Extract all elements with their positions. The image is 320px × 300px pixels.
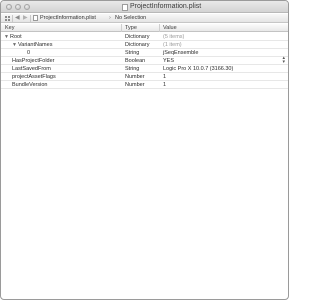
zoom-window-button[interactable]: [24, 4, 30, 10]
row-key: BundleVersion: [12, 82, 48, 88]
row-type[interactable]: Dictionary: [125, 34, 149, 40]
close-window-button[interactable]: [6, 4, 12, 10]
row-value: (5 items): [163, 34, 185, 40]
row-value[interactable]: 1: [163, 82, 166, 88]
row-key: VariantNames: [18, 42, 53, 48]
back-arrow-icon[interactable]: ◀: [15, 14, 20, 21]
row-value[interactable]: Logic Pro X 10.0.7 (3166.30): [163, 66, 233, 72]
minimize-window-button[interactable]: [15, 4, 21, 10]
plist-row-bundleversion[interactable]: BundleVersion Number 1: [1, 81, 288, 89]
row-type[interactable]: Number: [125, 82, 145, 88]
row-type[interactable]: Boolean: [125, 58, 145, 64]
window-title: ProjectInformation.plist: [130, 3, 202, 10]
jump-bar-divider: [12, 15, 13, 22]
row-key: HasProjectFolder: [12, 58, 55, 64]
column-divider[interactable]: [121, 24, 122, 32]
row-key: Root: [10, 34, 22, 40]
row-key: LastSavedFrom: [12, 66, 51, 72]
row-type[interactable]: String: [125, 66, 139, 72]
plist-row-projectassetflags[interactable]: projectAssetFlags Number 1: [1, 73, 288, 81]
boolean-popup-stepper-icon[interactable]: ▴ ▾: [282, 56, 285, 64]
column-divider[interactable]: [159, 24, 160, 32]
row-key: projectAssetFlags: [12, 74, 56, 80]
value-column-header[interactable]: Value: [163, 25, 177, 31]
row-key: 0: [27, 50, 31, 56]
row-type[interactable]: Number: [125, 74, 145, 80]
plist-row-lastsavedfrom[interactable]: LastSavedFrom String Logic Pro X 10.0.7 …: [1, 65, 288, 73]
disclosure-triangle-icon[interactable]: ▼: [12, 42, 17, 48]
document-icon: [122, 4, 128, 11]
jump-bar: ◀ ▶ ProjectInformation.plist › No Select…: [1, 14, 288, 23]
plist-row-item-0[interactable]: 0 String jSeqEnsemble: [1, 49, 288, 57]
plist-row-variantnames[interactable]: ▼ VariantNames Dictionary (1 item): [1, 41, 288, 49]
type-column-header[interactable]: Type: [125, 25, 137, 31]
plist-row-hasprojectfolder[interactable]: HasProjectFolder Boolean YES ▴ ▾: [1, 56, 288, 65]
property-list-outline: ▼ Root Dictionary (5 items) ▼ VariantNam…: [1, 33, 288, 89]
title-bar: ProjectInformation.plist: [1, 1, 288, 13]
plist-editor-window: ProjectInformation.plist ◀ ▶ ProjectInfo…: [0, 0, 289, 300]
plist-row-root[interactable]: ▼ Root Dictionary (5 items): [1, 33, 288, 41]
breadcrumb-separator-icon: ›: [109, 15, 111, 21]
jump-bar-selection-crumb[interactable]: No Selection: [115, 15, 146, 21]
plist-file-icon: [33, 15, 38, 21]
related-items-grid-icon[interactable]: [5, 16, 10, 21]
row-value: (1 item): [163, 42, 182, 48]
jump-bar-divider: [30, 15, 31, 22]
row-type[interactable]: String: [125, 50, 139, 56]
jump-bar-file-crumb[interactable]: ProjectInformation.plist: [40, 15, 96, 21]
row-value[interactable]: 1: [163, 74, 166, 80]
key-column-header[interactable]: Key: [5, 25, 14, 31]
row-value[interactable]: YES: [163, 58, 174, 64]
row-type[interactable]: Dictionary: [125, 42, 149, 48]
row-value[interactable]: jSeqEnsemble: [163, 50, 198, 56]
disclosure-triangle-icon[interactable]: ▼: [4, 34, 9, 40]
forward-arrow-icon[interactable]: ▶: [23, 14, 28, 21]
column-header: Key Type Value: [1, 24, 288, 32]
